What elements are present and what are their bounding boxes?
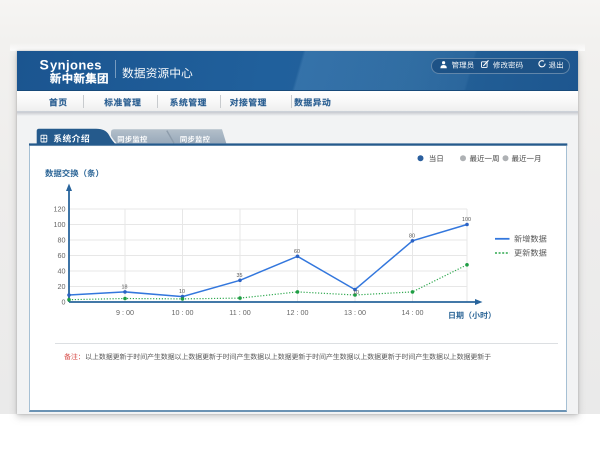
- svg-text:35: 35: [237, 273, 243, 279]
- svg-text:120: 120: [54, 205, 66, 214]
- svg-text:11 : 00: 11 : 00: [229, 308, 250, 317]
- svg-text:13 : 00: 13 : 00: [344, 308, 366, 317]
- svg-text:12 : 00: 12 : 00: [287, 308, 309, 317]
- svg-text:10: 10: [179, 289, 185, 295]
- svg-text:10: 10: [353, 290, 359, 296]
- svg-text:100: 100: [54, 220, 66, 229]
- svg-text:60: 60: [58, 251, 66, 260]
- svg-text:80: 80: [409, 233, 415, 239]
- svg-text:10 : 00: 10 : 00: [172, 308, 194, 317]
- svg-text:ynjones: ynjones: [50, 58, 102, 73]
- svg-text:80: 80: [58, 236, 66, 245]
- svg-text:60: 60: [294, 249, 300, 255]
- svg-text:9 : 00: 9 : 00: [116, 308, 134, 317]
- svg-text:100: 100: [462, 217, 471, 223]
- svg-text:18: 18: [122, 285, 128, 291]
- svg-text:0: 0: [62, 298, 66, 307]
- svg-text:40: 40: [58, 267, 66, 276]
- svg-text:20: 20: [58, 282, 66, 291]
- svg-text:S: S: [40, 57, 49, 73]
- svg-text:14 : 00: 14 : 00: [402, 308, 424, 317]
